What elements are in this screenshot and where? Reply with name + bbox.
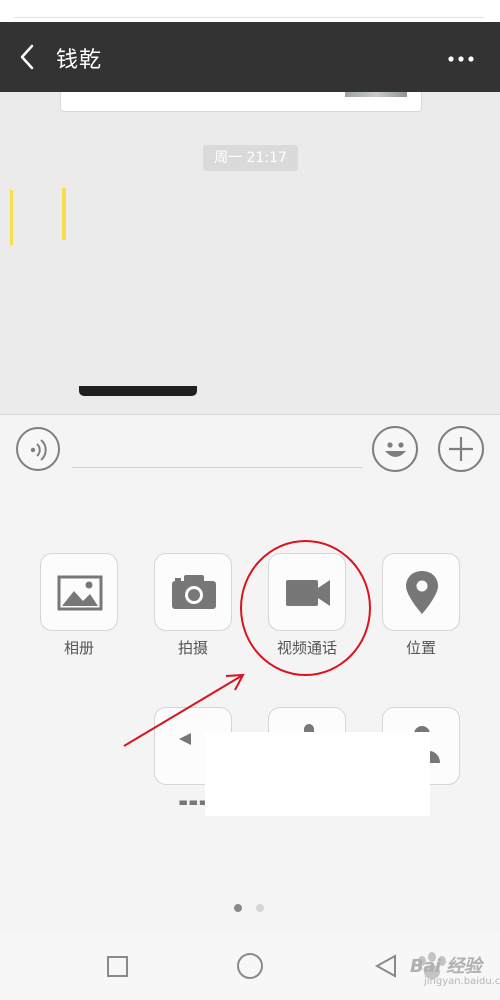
watermark-url: jingyan.baidu.com xyxy=(424,976,500,987)
watermark-brand: Bai 经验 xyxy=(410,956,482,977)
annotation-arrow xyxy=(123,673,245,747)
